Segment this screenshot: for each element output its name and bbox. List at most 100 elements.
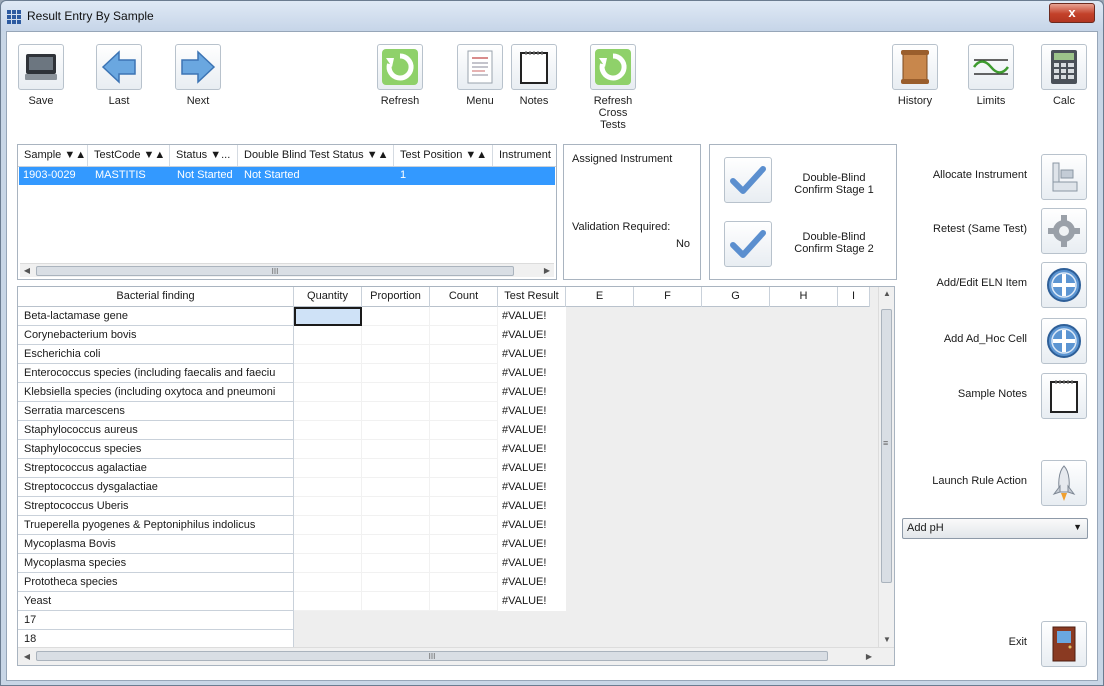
col-g[interactable]: G bbox=[702, 287, 770, 307]
col-test-result[interactable]: Test Result bbox=[498, 287, 566, 307]
scroll-right-icon[interactable]: ▶ bbox=[862, 650, 876, 664]
cell-count[interactable] bbox=[430, 421, 498, 440]
cell-proportion[interactable] bbox=[362, 573, 430, 592]
cell-count[interactable] bbox=[430, 326, 498, 345]
cell-quantity[interactable] bbox=[294, 478, 362, 497]
col-e[interactable]: E bbox=[566, 287, 634, 307]
refresh-cross-tests-button[interactable]: Refresh Cross Tests bbox=[582, 44, 644, 131]
col-instrument[interactable]: Instrument bbox=[493, 145, 556, 166]
sample-notes-button[interactable] bbox=[1041, 373, 1087, 419]
col-proportion[interactable]: Proportion bbox=[362, 287, 430, 307]
cell-count[interactable] bbox=[430, 364, 498, 383]
table-row[interactable]: Beta-lactamase gene #VALUE! bbox=[18, 307, 566, 326]
table-row[interactable]: Enterococcus species (including faecalis… bbox=[18, 364, 566, 383]
cell-proportion[interactable] bbox=[362, 497, 430, 516]
cell-count[interactable] bbox=[430, 573, 498, 592]
table-row[interactable]: Klebsiella species (including oxytoca an… bbox=[18, 383, 566, 402]
cell-proportion[interactable] bbox=[362, 326, 430, 345]
cell-quantity[interactable] bbox=[294, 535, 362, 554]
confirm-stage-1-button[interactable] bbox=[724, 157, 772, 203]
close-button[interactable]: x bbox=[1049, 3, 1095, 23]
cell-count[interactable] bbox=[430, 497, 498, 516]
cell-quantity[interactable] bbox=[294, 516, 362, 535]
table-row[interactable]: Escherichia coli #VALUE! bbox=[18, 345, 566, 364]
col-test-position[interactable]: Test Position ▼▲ bbox=[394, 145, 493, 166]
cell-proportion[interactable] bbox=[362, 478, 430, 497]
cell-quantity[interactable] bbox=[294, 307, 362, 326]
col-i[interactable]: I bbox=[838, 287, 870, 307]
calc-button[interactable]: Calc bbox=[1034, 44, 1094, 107]
cell-proportion[interactable] bbox=[362, 402, 430, 421]
cell-count[interactable] bbox=[430, 307, 498, 326]
add-eln-button[interactable] bbox=[1041, 262, 1087, 308]
cell-proportion[interactable] bbox=[362, 592, 430, 611]
cell-quantity[interactable] bbox=[294, 573, 362, 592]
next-button[interactable]: Next bbox=[168, 44, 228, 107]
cell-count[interactable] bbox=[430, 440, 498, 459]
cell-quantity[interactable] bbox=[294, 497, 362, 516]
cell-count[interactable] bbox=[430, 402, 498, 421]
cell-quantity[interactable] bbox=[294, 592, 362, 611]
table-row[interactable]: Mycoplasma Bovis #VALUE! bbox=[18, 535, 566, 554]
table-row[interactable]: Streptococcus dysgalactiae #VALUE! bbox=[18, 478, 566, 497]
table-row[interactable]: Streptococcus Uberis #VALUE! bbox=[18, 497, 566, 516]
cell-quantity[interactable] bbox=[294, 345, 362, 364]
table-row[interactable]: Staphylococcus aureus #VALUE! bbox=[18, 421, 566, 440]
cell-count[interactable] bbox=[430, 554, 498, 573]
save-button[interactable]: Save bbox=[11, 44, 71, 107]
table-row[interactable]: Streptococcus agalactiae #VALUE! bbox=[18, 459, 566, 478]
cell-proportion[interactable] bbox=[362, 345, 430, 364]
cell-proportion[interactable] bbox=[362, 364, 430, 383]
col-quantity[interactable]: Quantity bbox=[294, 287, 362, 307]
col-sample[interactable]: Sample ▼▲ bbox=[18, 145, 88, 166]
cell-proportion[interactable] bbox=[362, 459, 430, 478]
table-row[interactable]: 1903-0029 MASTITIS Not Started Not Start… bbox=[19, 167, 555, 185]
cell-proportion[interactable] bbox=[362, 421, 430, 440]
refresh-button[interactable]: Refresh bbox=[370, 44, 430, 107]
scroll-left-icon[interactable]: ◀ bbox=[20, 264, 34, 278]
col-status[interactable]: Status ▼... bbox=[170, 145, 238, 166]
cell-count[interactable] bbox=[430, 516, 498, 535]
menu-button[interactable]: Menu bbox=[450, 44, 510, 107]
cell-quantity[interactable] bbox=[294, 459, 362, 478]
col-bacterial-finding[interactable]: Bacterial finding bbox=[18, 287, 294, 307]
cell-quantity[interactable] bbox=[294, 364, 362, 383]
cell-proportion[interactable] bbox=[362, 516, 430, 535]
table-row[interactable]: Prototheca species #VALUE! bbox=[18, 573, 566, 592]
limits-button[interactable]: Limits bbox=[961, 44, 1021, 107]
table-row[interactable]: Yeast #VALUE! bbox=[18, 592, 566, 611]
cell-quantity[interactable] bbox=[294, 421, 362, 440]
cell-proportion[interactable] bbox=[362, 535, 430, 554]
retest-button[interactable] bbox=[1041, 208, 1087, 254]
col-h[interactable]: H bbox=[770, 287, 838, 307]
cell-proportion[interactable] bbox=[362, 307, 430, 326]
scroll-down-icon[interactable]: ▼ bbox=[880, 633, 894, 647]
add-adhoc-button[interactable] bbox=[1041, 318, 1087, 364]
cell-count[interactable] bbox=[430, 459, 498, 478]
cell-count[interactable] bbox=[430, 345, 498, 364]
cell-proportion[interactable] bbox=[362, 440, 430, 459]
col-f[interactable]: F bbox=[634, 287, 702, 307]
table-row[interactable]: Staphylococcus species #VALUE! bbox=[18, 440, 566, 459]
cell-proportion[interactable] bbox=[362, 554, 430, 573]
history-button[interactable]: History bbox=[885, 44, 945, 107]
cell-quantity[interactable] bbox=[294, 383, 362, 402]
scroll-up-icon[interactable]: ▲ bbox=[880, 287, 894, 301]
launch-rule-button[interactable] bbox=[1041, 460, 1087, 506]
result-grid-vscroll[interactable]: ▲ ≡ ▼ bbox=[878, 287, 894, 647]
table-row[interactable]: Serratia marcescens #VALUE! bbox=[18, 402, 566, 421]
col-testcode[interactable]: TestCode ▼▲ bbox=[88, 145, 170, 166]
cell-count[interactable] bbox=[430, 592, 498, 611]
scroll-thumb[interactable]: III bbox=[36, 266, 514, 276]
col-double-blind-status[interactable]: Double Blind Test Status ▼▲ bbox=[238, 145, 394, 166]
scroll-right-icon[interactable]: ▶ bbox=[540, 264, 554, 278]
table-row[interactable]: Corynebacterium bovis #VALUE! bbox=[18, 326, 566, 345]
table-row[interactable]: Mycoplasma species #VALUE! bbox=[18, 554, 566, 573]
table-row[interactable]: Trueperella pyogenes & Peptoniphilus ind… bbox=[18, 516, 566, 535]
scroll-thumb[interactable]: III bbox=[36, 651, 828, 661]
cell-proportion[interactable] bbox=[362, 383, 430, 402]
sample-grid-hscroll[interactable]: ◀ III ▶ bbox=[20, 263, 554, 277]
col-count[interactable]: Count bbox=[430, 287, 498, 307]
cell-count[interactable] bbox=[430, 478, 498, 497]
cell-count[interactable] bbox=[430, 383, 498, 402]
